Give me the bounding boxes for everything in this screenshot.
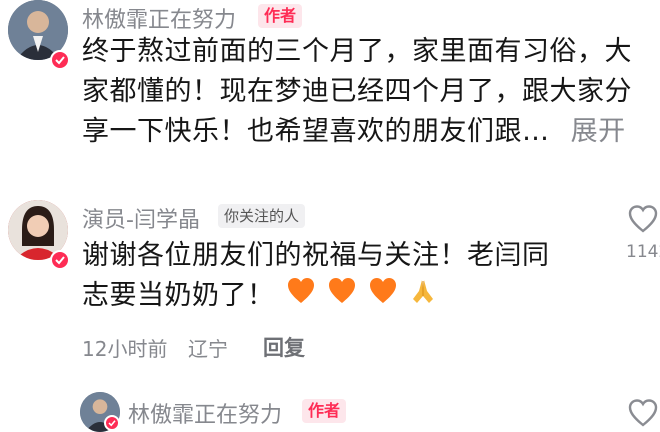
comment-line-last: 志要当奶奶了！ (82, 276, 550, 317)
comment-time: 12小时前 (82, 337, 168, 361)
username[interactable]: 演员-闫学晶 (82, 202, 200, 234)
heart-outline-icon[interactable] (627, 204, 659, 234)
comment-location: 辽宁 (188, 337, 228, 361)
verified-badge-icon (50, 50, 70, 70)
reply-button[interactable]: 回复 (263, 332, 305, 362)
comment-line-last: 享一下快乐！也希望喜欢的朋友们跟… 展开 (82, 112, 632, 152)
comment-line: 谢谢各位朋友们的祝福与关注！老闫同 (82, 240, 550, 271)
verified-badge-icon (50, 250, 70, 270)
orange-heart-icon (286, 277, 316, 317)
heart-outline-icon[interactable] (627, 398, 659, 428)
comment-line: 终于熬过前面的三个月了，家里面有习俗，大 (82, 36, 632, 67)
following-badge: 你关注的人 (218, 204, 306, 228)
comment-line: 享一下快乐！也希望喜欢的朋友们跟… (82, 116, 550, 147)
author-badge: 作者 (258, 4, 303, 28)
username[interactable]: 林傲霏正在努力 (128, 397, 282, 429)
comment-line: 志要当奶奶了！ (82, 280, 275, 311)
expand-link[interactable]: 展开 (571, 116, 626, 147)
username[interactable]: 林傲霏正在努力 (82, 2, 236, 34)
comment-text: 终于熬过前面的三个月了，家里面有习俗，大 家都懂的！现在梦迪已经四个月了，跟大家… (82, 32, 632, 152)
author-badge: 作者 (302, 399, 347, 423)
comment-line: 家都懂的！现在梦迪已经四个月了，跟大家分 (82, 76, 632, 107)
comment-text: 谢谢各位朋友们的祝福与关注！老闫同 志要当奶奶了！ (82, 236, 550, 317)
orange-heart-icon (327, 277, 357, 317)
folded-hands-icon (409, 277, 437, 317)
orange-heart-icon (368, 277, 398, 317)
like-count: 1142 (626, 242, 660, 262)
